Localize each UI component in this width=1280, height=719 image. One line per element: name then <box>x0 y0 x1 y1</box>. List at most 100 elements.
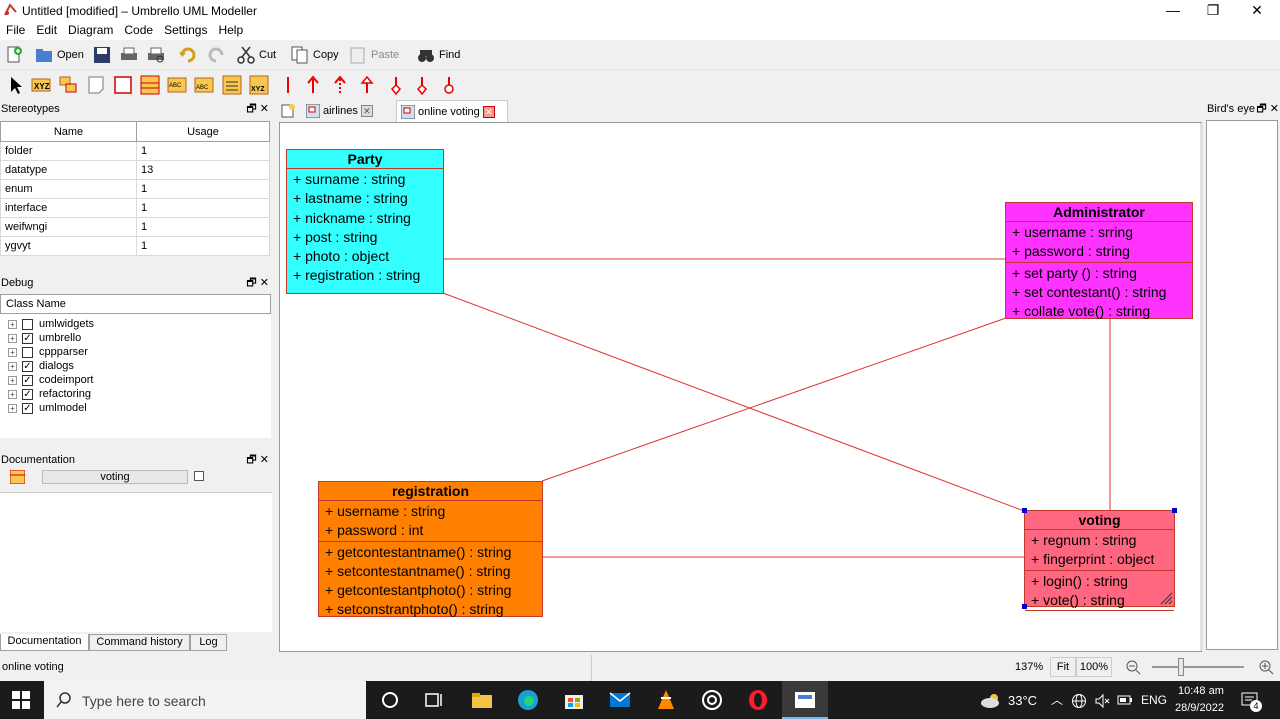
menu-file[interactable]: File <box>0 22 30 37</box>
dependency-tool-icon[interactable] <box>330 75 350 95</box>
tab-log[interactable]: Log <box>190 634 227 651</box>
expand-icon[interactable]: + <box>8 361 17 371</box>
aggregation-tool-icon[interactable] <box>386 75 406 95</box>
table-row[interactable]: ygvyt 1 <box>0 236 270 256</box>
undo-button[interactable] <box>178 44 198 66</box>
zoom-slider-track[interactable] <box>1152 666 1244 668</box>
opera-icon[interactable] <box>746 689 770 711</box>
copy-button[interactable]: Copy <box>290 44 339 66</box>
association-tool-icon[interactable] <box>278 75 298 95</box>
table-row[interactable]: enum 1 <box>0 179 270 199</box>
resize-grip-icon[interactable] <box>1159 591 1173 605</box>
panel-float-close-icon[interactable]: 🗗 ✕ <box>1256 101 1279 117</box>
menu-code[interactable]: Code <box>118 22 158 37</box>
doc-checkbox[interactable] <box>194 471 204 481</box>
zoom-slider-handle[interactable] <box>1178 658 1184 676</box>
composition-tool-icon[interactable] <box>412 75 432 95</box>
mail-icon[interactable] <box>608 689 632 711</box>
weather-cloud-icon[interactable] <box>980 691 1002 709</box>
table-row[interactable]: folder 1 <box>0 141 270 161</box>
close-tab-icon[interactable]: ✕ <box>360 105 373 117</box>
menu-edit[interactable]: Edit <box>30 22 62 37</box>
find-button[interactable]: Find <box>416 44 460 66</box>
paste-button[interactable]: Paste <box>348 44 399 66</box>
volume-muted-icon[interactable] <box>1094 693 1110 709</box>
tree-item[interactable]: + ✓ codeimport <box>0 373 271 387</box>
class-administrator[interactable]: Administrator + username : srring + pass… <box>1005 202 1193 319</box>
expand-icon[interactable]: + <box>8 375 17 385</box>
taskbar-umbrello-active[interactable] <box>782 681 828 719</box>
table-row[interactable]: weifwngi 1 <box>0 217 270 237</box>
class-registration[interactable]: registration + username : string + passw… <box>318 481 543 617</box>
select-arrow-icon[interactable] <box>6 75 26 95</box>
checkbox[interactable]: ✓ <box>22 360 33 372</box>
selection-handle[interactable] <box>1172 508 1177 513</box>
checkbox[interactable]: ✓ <box>22 388 33 400</box>
close-window-button[interactable]: ✕ <box>1234 0 1280 22</box>
note-tool-icon[interactable] <box>58 75 78 95</box>
checkbox[interactable] <box>22 346 33 358</box>
weather-temperature[interactable]: 33°C <box>1008 693 1037 708</box>
clock-time[interactable]: 10:48 am <box>1178 685 1224 697</box>
selection-handle[interactable] <box>1022 508 1027 513</box>
datatype-tool-icon[interactable]: ABC <box>194 75 214 95</box>
col-name[interactable]: Name <box>0 121 137 142</box>
obs-icon[interactable] <box>700 689 724 711</box>
restore-button[interactable]: ❐ <box>1190 0 1236 22</box>
store-icon[interactable] <box>562 689 586 711</box>
interface-tool-icon[interactable]: ABC <box>167 75 187 95</box>
generalization-tool-icon[interactable] <box>357 75 377 95</box>
tab-online-voting[interactable]: online voting ✕ <box>396 100 508 122</box>
doc-element-name[interactable]: voting <box>42 470 188 484</box>
tree-item[interactable]: + ✓ umlmodel <box>0 401 271 415</box>
tree-item[interactable]: + ✓ dialogs <box>0 359 271 373</box>
network-globe-icon[interactable] <box>1071 693 1087 709</box>
expand-icon[interactable]: + <box>8 389 17 399</box>
expand-icon[interactable]: + <box>8 319 17 329</box>
cortana-icon[interactable] <box>378 689 402 711</box>
battery-icon[interactable] <box>1117 694 1133 706</box>
class-party[interactable]: Party + surname : string + lastname : st… <box>286 149 444 294</box>
checkbox[interactable]: ✓ <box>22 402 33 414</box>
redo-button[interactable] <box>206 44 226 66</box>
menu-help[interactable]: Help <box>212 22 248 37</box>
menu-settings[interactable]: Settings <box>158 22 212 37</box>
diagram-canvas[interactable]: Party + surname : string + lastname : st… <box>279 122 1203 652</box>
print-button[interactable] <box>119 44 139 66</box>
task-view-icon[interactable] <box>422 689 446 711</box>
text-line-tool-icon[interactable]: XYZ <box>31 75 51 95</box>
table-row[interactable]: interface 1 <box>0 198 270 218</box>
show-hidden-icons-icon[interactable]: ︿ <box>1051 691 1063 708</box>
table-row[interactable]: datatype 13 <box>0 160 270 180</box>
panel-float-close-icon[interactable]: 🗗 ✕ <box>246 275 269 291</box>
expand-icon[interactable]: + <box>8 347 17 357</box>
cut-button[interactable]: Cut <box>236 44 276 66</box>
vlc-icon[interactable] <box>654 689 678 711</box>
zoom-out-icon[interactable] <box>1125 659 1141 675</box>
tab-airlines[interactable]: airlines ✕ <box>306 100 384 122</box>
class-name-header[interactable]: Class Name <box>0 294 271 314</box>
checkbox[interactable]: ✓ <box>22 332 33 344</box>
expand-icon[interactable]: + <box>8 333 17 343</box>
box-note-icon[interactable] <box>86 75 106 95</box>
language-indicator[interactable]: ENG <box>1141 693 1167 707</box>
expand-icon[interactable]: + <box>8 403 17 413</box>
taskbar-search-box[interactable]: Type here to search <box>44 681 366 719</box>
windows-start-icon[interactable] <box>12 691 30 709</box>
entity-tool-icon[interactable]: XYZ <box>249 75 269 95</box>
box-tool-icon[interactable] <box>113 75 133 95</box>
documentation-textarea[interactable] <box>0 492 272 632</box>
assoc-party-voting[interactable] <box>442 292 1025 512</box>
panel-float-close-icon[interactable]: 🗗 ✕ <box>246 101 269 117</box>
print-preview-button[interactable] <box>146 44 166 66</box>
class-tool-icon[interactable] <box>140 75 160 95</box>
zoom-100-button[interactable]: 100% <box>1076 657 1112 677</box>
directional-association-icon[interactable] <box>303 75 323 95</box>
save-button[interactable] <box>92 44 112 66</box>
new-button[interactable] <box>4 44 24 66</box>
new-diagram-tab-icon[interactable] <box>280 103 296 119</box>
menu-diagram[interactable]: Diagram <box>62 22 118 37</box>
enum-tool-icon[interactable] <box>222 75 242 95</box>
selection-handle[interactable] <box>1022 604 1027 609</box>
edge-browser-icon[interactable] <box>516 689 540 711</box>
